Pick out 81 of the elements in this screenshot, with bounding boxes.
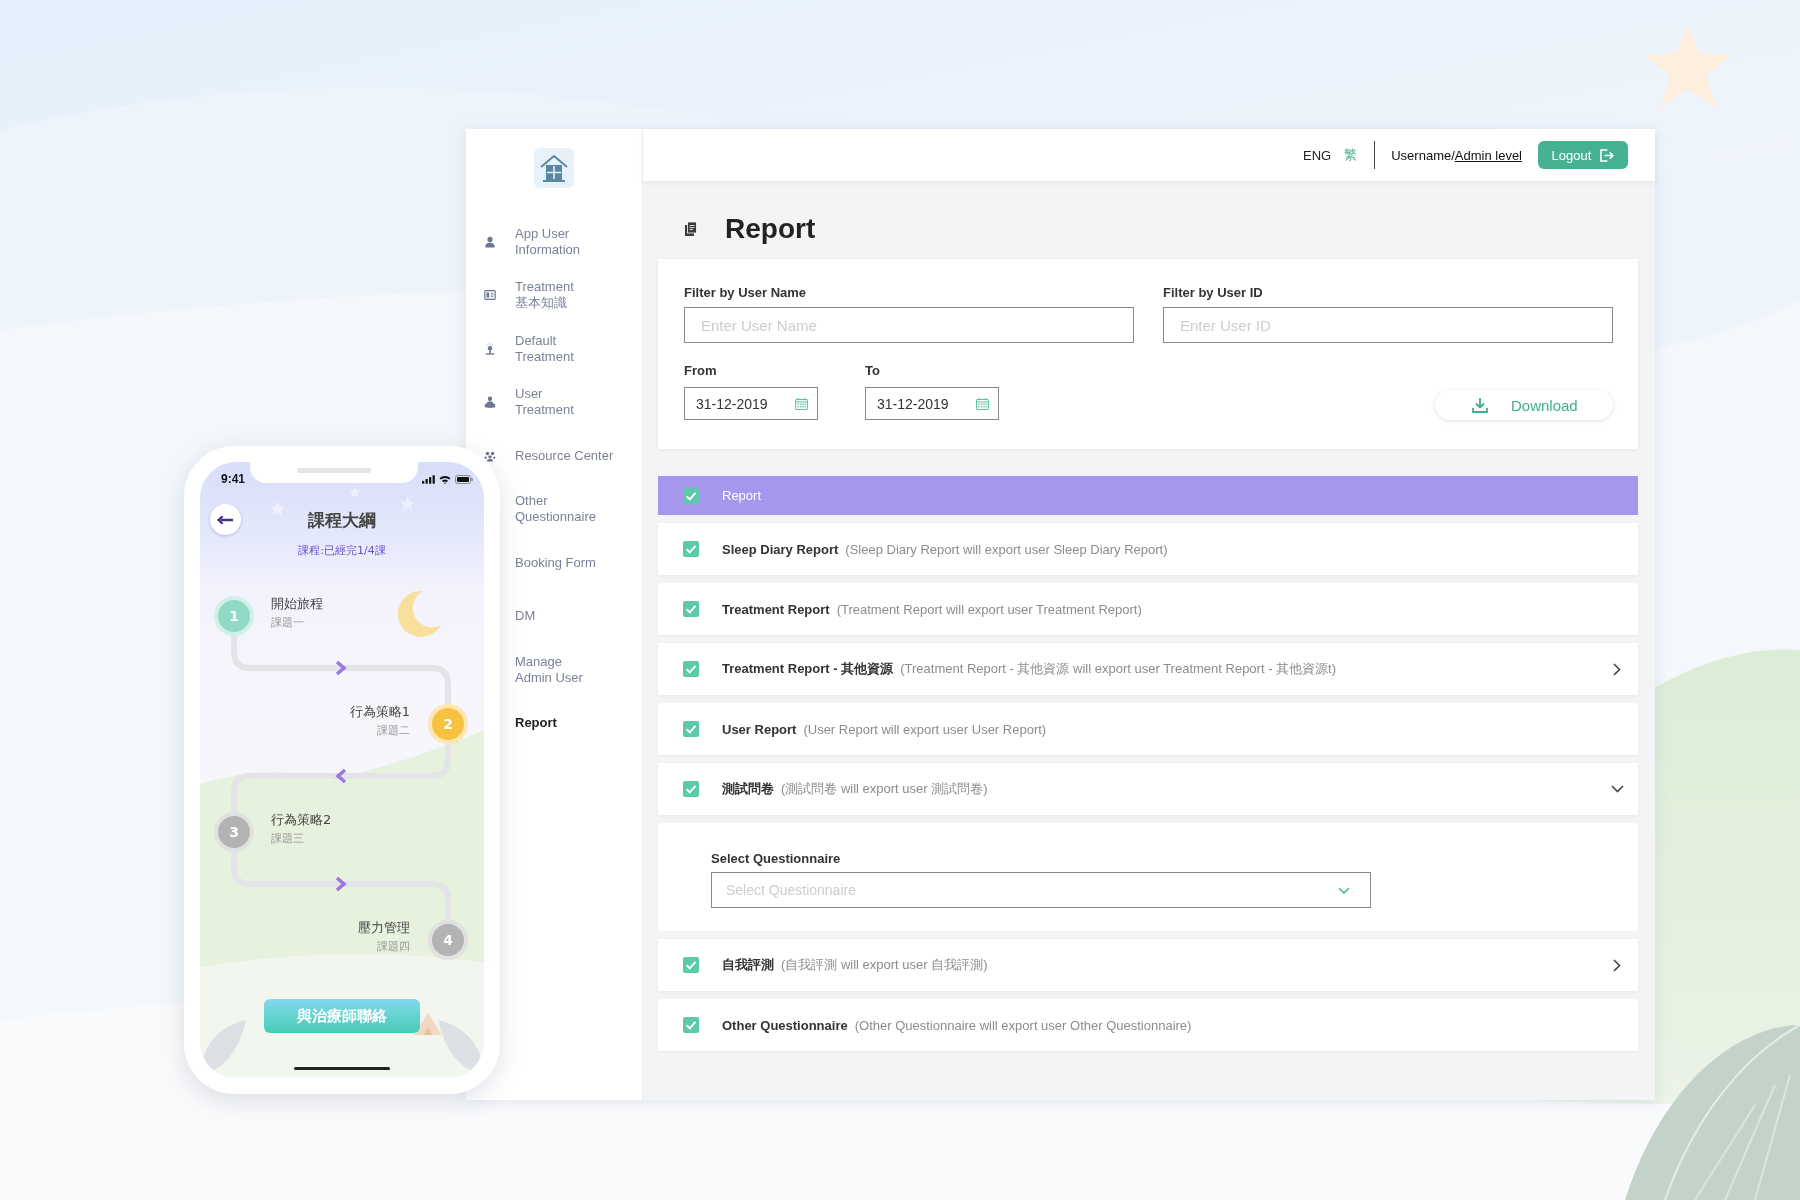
report-description: (User Report will export user User Report): [803, 721, 1047, 737]
header-label: Report: [722, 488, 762, 503]
checkbox[interactable]: [683, 541, 699, 557]
chevron-right-icon: [335, 660, 347, 676]
download-button[interactable]: Download: [1435, 390, 1613, 420]
report-description: (Treatment Report will export user Treatment Report): [836, 601, 1142, 617]
phone-subtitle: 課程:已經完1/4課: [298, 544, 386, 557]
field-label: From: [684, 363, 717, 379]
language-option[interactable]: ENG: [1303, 147, 1332, 163]
sidebar-item[interactable]: Report: [515, 715, 557, 732]
lamp-icon: [484, 342, 496, 355]
checkbox[interactable]: [683, 957, 699, 973]
arrow-left-icon: [217, 514, 234, 525]
checkbox[interactable]: [683, 721, 699, 737]
document-icon: [685, 222, 697, 236]
language-option[interactable]: 繁: [1344, 146, 1358, 164]
chevron-right-icon[interactable]: [1613, 958, 1621, 972]
checkbox[interactable]: [683, 487, 699, 504]
date-field[interactable]: 31-12-2019: [865, 387, 999, 420]
calendar-icon: [976, 397, 989, 410]
group-icon: [484, 449, 496, 462]
status-time: 9:41: [221, 472, 246, 486]
report-title: Treatment Report - 其他資源: [722, 660, 894, 678]
checkbox[interactable]: [683, 781, 699, 797]
sidebar-item[interactable]: Treatment 基本知識: [484, 279, 574, 312]
chevron-right-icon: [335, 876, 347, 892]
lesson-title: 開始旅程: [271, 596, 323, 612]
person-icon: [484, 235, 496, 248]
sidebar-item[interactable]: Other Questionnaire: [515, 493, 596, 526]
report-description: (Sleep Diary Report will export user Sleep Diary Report): [845, 541, 1168, 557]
sidebar-item[interactable]: App User Information: [484, 225, 581, 258]
lesson-title: 行為策略1: [349, 704, 410, 720]
house-logo-icon: [534, 148, 574, 188]
back-button[interactable]: [210, 504, 241, 535]
lesson-subtitle: 課題二: [377, 724, 410, 738]
report-title: 測試問卷: [722, 780, 774, 798]
sidebar-item[interactable]: User Treatment: [484, 386, 574, 419]
report-title: Other Questionnaire: [722, 1017, 848, 1033]
phone-title: 課程大綱: [308, 509, 376, 530]
report-description: (Other Questionnaire will export user Other Questionnaire): [854, 1017, 1192, 1033]
lesson-title: 行為策略2: [271, 812, 332, 828]
sidebar-item[interactable]: Resource Center: [484, 447, 614, 464]
signal-icon: [422, 474, 435, 484]
chevron-down-icon[interactable]: [1611, 785, 1624, 793]
report-title: Sleep Diary Report: [722, 541, 839, 557]
reader-icon: [484, 396, 496, 409]
admin-level-link[interactable]: Admin level: [1454, 147, 1522, 163]
report-title: User Report: [722, 721, 797, 737]
report-description: (測試問卷 will export user 測試問卷): [781, 780, 988, 798]
star-icon: [1642, 22, 1734, 110]
field-label: To: [865, 363, 880, 379]
calendar-icon: [795, 397, 808, 410]
chevron-down-icon: [1338, 886, 1350, 894]
chevron-left-icon: [335, 768, 347, 784]
sidebar-item[interactable]: Booking Form: [515, 554, 596, 571]
report-description: (Treatment Report - 其他資源 will export user Treatment Report - 其他資源t): [900, 660, 1337, 678]
report-title: 自我評測: [722, 956, 774, 974]
sidebar-item[interactable]: Default Treatment: [484, 332, 574, 365]
checkbox[interactable]: [683, 1017, 699, 1033]
field-label: Filter by User ID: [1163, 285, 1263, 301]
logout-button[interactable]: Logout: [1538, 141, 1628, 169]
sidebar-item[interactable]: DM: [515, 608, 536, 625]
username: Username/: [1391, 147, 1455, 163]
battery-icon: [455, 474, 473, 484]
logout-icon: [1599, 148, 1615, 162]
wifi-icon: [439, 474, 451, 484]
checkbox[interactable]: [683, 661, 699, 677]
sidebar-item[interactable]: Manage Admin User: [515, 653, 583, 686]
lesson-subtitle: 課題四: [377, 940, 410, 954]
page-title: Report: [725, 212, 816, 246]
chevron-right-icon[interactable]: [1613, 662, 1621, 676]
field-label: Select Questionnaire: [711, 851, 841, 867]
lesson-title: 壓力管理: [358, 920, 410, 936]
download-icon: [1472, 397, 1488, 413]
lesson-subtitle: 課題一: [271, 616, 304, 630]
date-field[interactable]: 31-12-2019: [684, 387, 818, 420]
panel-icon: [484, 289, 496, 302]
field-label: Filter by User Name: [684, 285, 807, 301]
checkbox[interactable]: [683, 601, 699, 617]
report-description: (自我評測 will export user 自我評測): [781, 956, 988, 974]
report-title: Treatment Report: [722, 601, 830, 617]
